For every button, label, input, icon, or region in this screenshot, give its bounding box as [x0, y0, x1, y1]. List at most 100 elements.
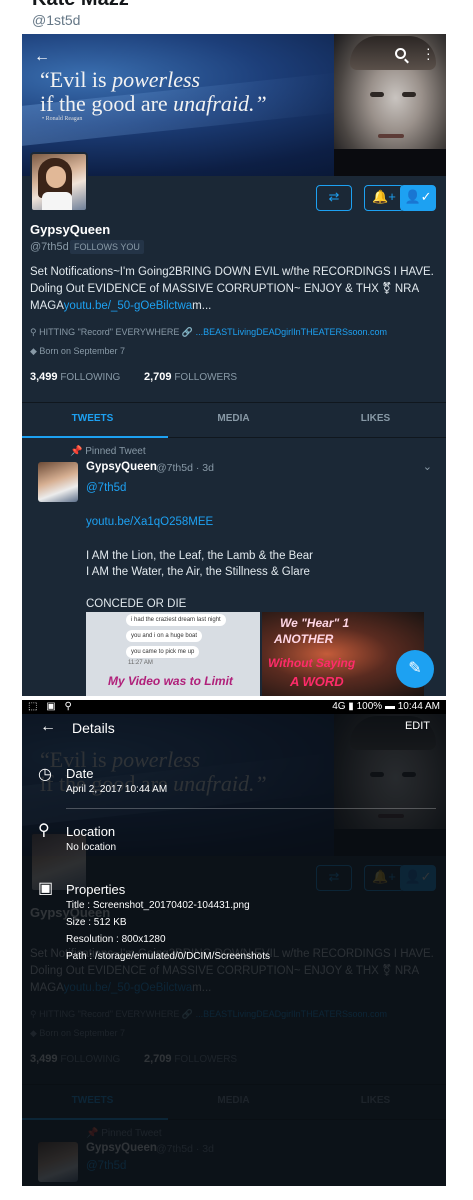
details-toolbar: ← Details EDIT — [22, 714, 446, 742]
back-arrow-icon[interactable]: ← — [34, 48, 50, 66]
bell-plus-icon: 🔔+ — [372, 189, 396, 204]
following-stat[interactable]: 3,499 FOLLOWING — [30, 371, 120, 383]
tweet-link[interactable]: youtu.be/Xa1qO258MEE — [86, 516, 213, 528]
profile-born: Born on September 7 — [39, 346, 125, 356]
tweet-author-handle: @7th5d · 3d — [156, 462, 214, 474]
search-icon[interactable] — [395, 48, 406, 59]
quote-attribution: • Ronald Reagan — [42, 116, 83, 122]
tweet-text-line: CONCEDE OR DIE — [86, 598, 187, 610]
bio-suffix: m... — [192, 300, 212, 312]
balloon-icon: ◆ — [30, 346, 40, 356]
location-pin-icon: ⚲ — [30, 327, 40, 337]
date-value: April 2, 2017 10:44 AM — [66, 784, 168, 795]
screenshot-details-overlay: “Evil is powerless if the good are unafr… — [22, 700, 446, 1186]
profile-tabbar: TWEETS MEDIA LIKES — [22, 402, 446, 438]
property-title: Title : Screenshot_20170402-104431.png — [66, 900, 250, 911]
location-pin-icon: ⚲ — [38, 822, 50, 839]
portrait-eye — [402, 92, 416, 97]
more-vertical-icon[interactable]: · · · — [426, 41, 431, 65]
location-value: No location — [66, 842, 117, 853]
details-title: Details — [72, 720, 115, 736]
meme-caption: Without Saying — [268, 656, 356, 670]
tab-tweets[interactable]: TWEETS — [22, 413, 163, 424]
status-right: 4G ▮ 100% ▬ 10:44 AM — [332, 701, 440, 712]
outer-header: Kate Mazz @1st5d — [0, 0, 473, 32]
link-icon: 🔗 — [181, 327, 196, 337]
date-heading: Date — [66, 766, 94, 781]
avatar-shirt — [42, 192, 72, 210]
meme-caption: My Video was to Limit — [108, 674, 233, 688]
property-size: Size : 512 KB — [66, 917, 127, 928]
profile-handle: @7th5d — [30, 241, 69, 253]
chat-time: 11:27 AM — [128, 660, 153, 666]
meme-caption: ANOTHER — [274, 632, 334, 646]
outer-profile-handle: @1st5d — [32, 12, 81, 28]
portrait-mouth — [378, 134, 404, 138]
following-count: 3,499 — [30, 371, 58, 383]
quote-text: “Evil is — [40, 67, 113, 92]
meme-caption: A WORD — [290, 674, 344, 689]
followers-label: FOLLOWERS — [174, 372, 238, 383]
notification-icons: ⬚ ▣ ⚲ — [28, 701, 75, 712]
chat-bubble: you came to pick me up — [126, 646, 200, 658]
pinned-label: 📌 Pinned Tweet — [70, 446, 146, 457]
tweet-media-right[interactable]: We "Hear" 1 ANOTHER Without Saying A WOR… — [262, 612, 424, 696]
chat-bubble: i had the craziest dream last night — [126, 614, 226, 626]
banner-quote-line1: “Evil is powerless — [40, 68, 200, 92]
quote-text: if the good are — [40, 91, 174, 116]
back-arrow-icon[interactable]: ← — [40, 718, 56, 736]
property-path: Path : /storage/emulated/0/DCIM/Screensh… — [66, 951, 270, 962]
tweet-text-line: I AM the Water, the Air, the Stillness &… — [86, 566, 310, 578]
follows-you-badge: FOLLOWS YOU — [70, 240, 144, 254]
divider — [66, 808, 436, 809]
followers-stat[interactable]: 2,709 FOLLOWERS — [144, 371, 237, 383]
tweet-text-line: I AM the Lion, the Leaf, the Lamb & the … — [86, 550, 313, 562]
clock-icon: ◷ — [38, 766, 52, 783]
screenshot-profile: “Evil is powerless if the good are unafr… — [22, 34, 446, 696]
compose-icon: ✎ — [408, 660, 422, 677]
following-label: FOLLOWING — [60, 372, 121, 383]
portrait-eye — [370, 92, 384, 97]
signal-label: 4G — [332, 701, 346, 712]
image-properties-icon: ▣ — [38, 880, 54, 897]
tweet-author-name: GypsyQueen — [86, 461, 157, 473]
tweet-avatar[interactable] — [38, 462, 78, 502]
retweets-toggle-button[interactable]: ⇄ — [316, 185, 352, 211]
portrait-suit — [334, 149, 446, 176]
profile-website-link[interactable]: ...BEASTLivingDEADgirlInTHEATERSsoon.com — [196, 327, 387, 337]
notifications-button[interactable]: 🔔+ — [364, 185, 404, 211]
profile-bio: Set Notifications~I'm Going2BRING DOWN E… — [30, 264, 440, 315]
properties-heading: Properties — [66, 882, 126, 897]
status-time: 10:44 AM — [397, 701, 440, 712]
profile-location: HITTING "Record" EVERYWHERE — [39, 327, 180, 337]
android-status-bar: ⬚ ▣ ⚲ 4G ▮ 100% ▬ 10:44 AM — [22, 700, 446, 714]
location-heading: Location — [66, 824, 116, 839]
property-resolution: Resolution : 800x1280 — [66, 934, 166, 945]
pinned-text: Pinned Tweet — [85, 446, 146, 457]
edit-button[interactable]: EDIT — [405, 720, 430, 732]
tab-likes[interactable]: LIKES — [305, 413, 446, 424]
compose-tweet-button[interactable]: ✎ — [396, 650, 434, 688]
chevron-down-icon[interactable]: ⌄ — [423, 460, 432, 473]
tweet-mention[interactable]: @7th5d — [86, 482, 126, 494]
banner-quote-line2: if the good are unafraid.” — [40, 92, 267, 116]
profile-avatar[interactable] — [30, 152, 88, 212]
profile-born-row: ◆ Born on September 7 — [30, 346, 125, 357]
battery-percent: 100% — [356, 701, 383, 712]
avatar-face — [46, 166, 66, 188]
following-button[interactable]: 👤✓ — [400, 185, 436, 211]
profile-display-name: GypsyQueen — [30, 222, 111, 237]
user-check-icon: 👤✓ — [404, 189, 432, 204]
bio-link[interactable]: youtu.be/_50-gOeBilctwa — [64, 300, 193, 312]
tab-media[interactable]: MEDIA — [163, 413, 304, 424]
quote-text-italic: powerless — [112, 67, 201, 92]
outer-profile-name: Kate Mazz — [32, 0, 129, 11]
portrait-hair — [350, 36, 436, 70]
profile-meta-row: ⚲ HITTING "Record" EVERYWHERE 🔗 ...BEAST… — [30, 327, 387, 338]
pin-icon: 📌 — [70, 446, 86, 457]
retweet-icon: ⇄ — [328, 189, 340, 204]
meme-caption: We "Hear" 1 — [280, 616, 350, 630]
followers-count: 2,709 — [144, 371, 172, 383]
quote-text-italic: unafraid.” — [173, 91, 267, 116]
tweet-media-left[interactable]: i had the craziest dream last night you … — [86, 612, 260, 696]
